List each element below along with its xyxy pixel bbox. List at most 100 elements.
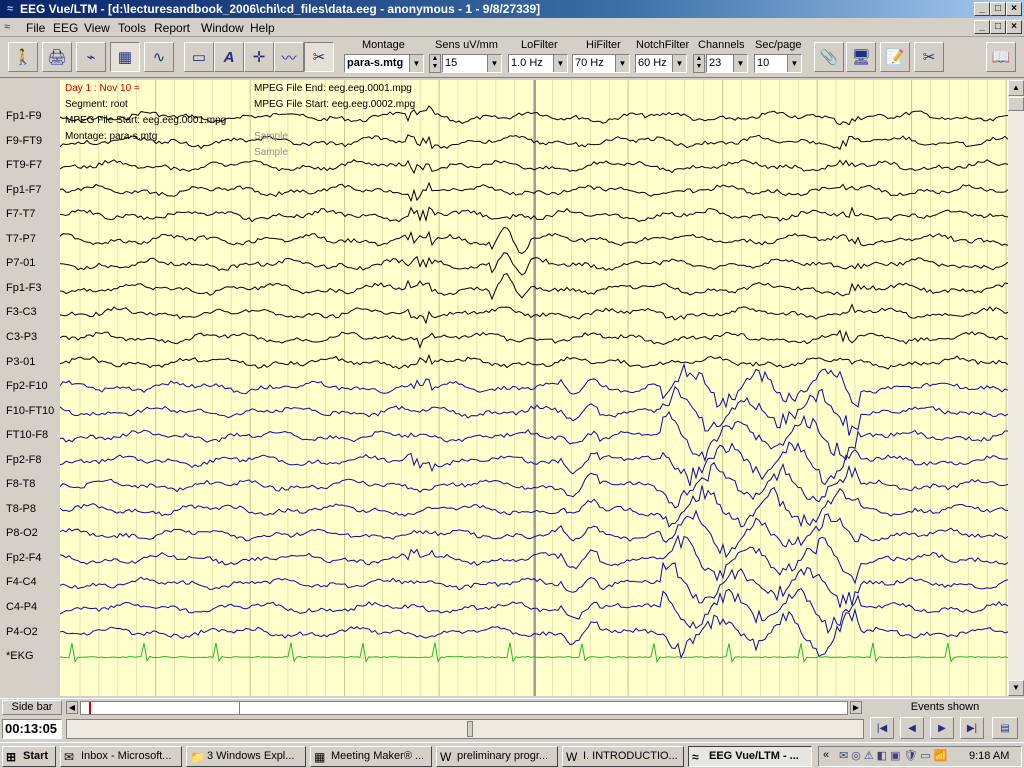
meeting-icon: ▦ bbox=[314, 750, 326, 764]
grid-icon[interactable]: ▦ bbox=[110, 42, 140, 72]
scissors-icon[interactable]: ✂ bbox=[304, 42, 334, 72]
channel-label[interactable]: Fp1-F9 bbox=[6, 110, 41, 122]
first-event-icon[interactable]: |◀ bbox=[870, 717, 894, 739]
minimize-button[interactable]: _ bbox=[974, 2, 990, 16]
maximize-button[interactable]: □ bbox=[990, 2, 1006, 16]
channel-label[interactable]: F7-T7 bbox=[6, 208, 35, 220]
last-event-icon[interactable]: ▶| bbox=[960, 717, 984, 739]
menu-window[interactable]: Window bbox=[201, 21, 244, 35]
channel-label[interactable]: F8-T8 bbox=[6, 478, 35, 490]
channel-label[interactable]: F10-FT10 bbox=[6, 405, 54, 417]
channel-label[interactable]: P3-01 bbox=[6, 356, 35, 368]
channel-label[interactable]: F4-C4 bbox=[6, 576, 37, 588]
channels-select[interactable]: 23 ▼ bbox=[706, 54, 748, 73]
chevron-down-icon[interactable]: ▼ bbox=[487, 55, 501, 72]
start-button[interactable]: ⊞ Start bbox=[2, 746, 56, 767]
channel-label[interactable]: P4-O2 bbox=[6, 626, 38, 638]
task-explorer[interactable]: 📁 3 Windows Expl... bbox=[186, 746, 306, 767]
secpage-select[interactable]: 10 ▼ bbox=[754, 54, 802, 73]
lofilter-select[interactable]: 1.0 Hz ▼ bbox=[508, 54, 568, 73]
tray-icons[interactable]: ✉◎⚠◧▣🛡▭📶 bbox=[839, 749, 951, 762]
channel-label[interactable]: *EKG bbox=[6, 650, 34, 662]
channel-label[interactable]: T7-P7 bbox=[6, 233, 36, 245]
person-icon[interactable]: 🚶 bbox=[8, 42, 38, 72]
channel-label[interactable]: C3-P3 bbox=[6, 331, 37, 343]
task-eeg-vue[interactable]: ≈ EEG Vue/LTM - ... bbox=[688, 746, 812, 767]
paperclip-icon[interactable]: 📎 bbox=[814, 42, 844, 72]
channel-label[interactable]: C4-P4 bbox=[6, 601, 37, 613]
tray-expand-icon[interactable]: « bbox=[823, 749, 829, 761]
chevron-down-icon[interactable]: ▼ bbox=[733, 55, 747, 72]
tools-cut-icon[interactable]: ✂ bbox=[914, 42, 944, 72]
mpeg-end-annotation: MPEG File End: eeg.eeg.0001.mpg bbox=[254, 83, 412, 94]
scroll-thumb[interactable] bbox=[1008, 97, 1024, 111]
channel-label[interactable]: P7-01 bbox=[6, 257, 35, 269]
chevron-down-icon[interactable]: ▼ bbox=[672, 55, 686, 72]
crosshair-icon[interactable]: ✛ bbox=[244, 42, 274, 72]
menu-file[interactable]: File bbox=[26, 21, 45, 35]
channel-label[interactable]: F3-C3 bbox=[6, 306, 37, 318]
channel-label[interactable]: Fp1-F7 bbox=[6, 184, 41, 196]
chevron-down-icon[interactable]: ▼ bbox=[615, 55, 629, 72]
waveform-icon[interactable]: 〰 bbox=[274, 42, 304, 72]
vertical-scrollbar[interactable]: ▲ ▼ bbox=[1008, 80, 1024, 696]
menu-tools[interactable]: Tools bbox=[118, 21, 146, 35]
prev-event-icon[interactable]: ◀ bbox=[900, 717, 924, 739]
channel-label[interactable]: Fp2-F10 bbox=[6, 380, 48, 392]
close-button[interactable]: × bbox=[1006, 2, 1022, 16]
doc-close-button[interactable]: × bbox=[1006, 20, 1022, 34]
channel-label[interactable]: Fp2-F4 bbox=[6, 552, 41, 564]
task-preliminary[interactable]: Wpreliminary progr... bbox=[436, 746, 558, 767]
channels-spinner[interactable]: ▲ ▼ bbox=[693, 54, 705, 73]
eeg-trace-area[interactable]: Day 1 : Nov 10 = Segment: root MPEG File… bbox=[60, 80, 1008, 696]
menu-eeg[interactable]: EEG bbox=[53, 21, 78, 35]
printer-icon[interactable]: 🖨 bbox=[42, 42, 72, 72]
time-scroll-thumb[interactable] bbox=[467, 721, 473, 737]
notes-icon[interactable]: 📝 bbox=[880, 42, 910, 72]
notch-select[interactable]: 60 Hz ▼ bbox=[635, 54, 687, 73]
sens-select[interactable]: 15 ▼ bbox=[442, 54, 502, 73]
sidebar-button[interactable]: Side bar bbox=[2, 700, 62, 715]
time-scrollbar[interactable] bbox=[66, 719, 864, 739]
annotation-a-icon[interactable]: A bbox=[214, 42, 244, 72]
eeg-app-icon: ≈ bbox=[692, 750, 699, 764]
channel-label[interactable]: P8-O2 bbox=[6, 527, 38, 539]
channel-label[interactable]: Fp1-F3 bbox=[6, 282, 41, 294]
computer-icon[interactable]: 🖥 bbox=[846, 42, 876, 72]
menu-report[interactable]: Report bbox=[154, 21, 190, 35]
timeline-bar[interactable] bbox=[80, 701, 848, 715]
channel-label[interactable]: F9-FT9 bbox=[6, 135, 42, 147]
hifilter-label: HiFilter bbox=[586, 39, 621, 51]
chevron-down-icon[interactable]: ▼ bbox=[787, 55, 801, 72]
scroll-left-icon[interactable]: ◀ bbox=[66, 701, 78, 714]
channel-label[interactable]: Fp2-F8 bbox=[6, 454, 41, 466]
sens-spinner[interactable]: ▲ ▼ bbox=[429, 54, 441, 73]
task-inbox[interactable]: ✉ Inbox - Microsoft... bbox=[60, 746, 182, 767]
montage-select[interactable]: para-s.mtg ▼ bbox=[344, 54, 424, 73]
event-list-icon[interactable]: ▤ bbox=[992, 717, 1018, 739]
chevron-down-icon[interactable]: ▼ bbox=[553, 55, 567, 72]
next-event-icon[interactable]: ▶ bbox=[930, 717, 954, 739]
scroll-up-icon[interactable]: ▲ bbox=[1008, 80, 1024, 96]
doc-restore-button[interactable]: □ bbox=[990, 20, 1006, 34]
scroll-right-icon[interactable]: ▶ bbox=[850, 701, 862, 714]
scroll-down-icon[interactable]: ▼ bbox=[1008, 680, 1024, 696]
rectangle-icon[interactable]: ▭ bbox=[184, 42, 214, 72]
electrode-icon[interactable]: ⌁ bbox=[76, 42, 106, 72]
channel-label[interactable]: FT9-F7 bbox=[6, 159, 42, 171]
task-introduction[interactable]: W I. INTRODUCTIO... bbox=[562, 746, 684, 767]
montage-value: para-s.mtg bbox=[347, 57, 404, 69]
channel-label[interactable]: FT10-F8 bbox=[6, 429, 48, 441]
day-annotation: Day 1 : Nov 10 = bbox=[65, 83, 140, 94]
doc-minimize-button[interactable]: _ bbox=[974, 20, 990, 34]
menu-view[interactable]: View bbox=[84, 21, 110, 35]
menu-help[interactable]: Help bbox=[250, 21, 275, 35]
channel-label[interactable]: T8-P8 bbox=[6, 503, 36, 515]
task-meeting-maker[interactable]: ▦ Meeting Maker® ... bbox=[310, 746, 432, 767]
lofilter-label: LoFilter bbox=[521, 39, 558, 51]
chevron-down-icon[interactable]: ▼ bbox=[409, 55, 423, 72]
system-tray: « ✉◎⚠◧▣🛡▭📶 9:18 AM bbox=[818, 746, 1022, 767]
spectrum-icon[interactable]: ∿ bbox=[144, 42, 174, 72]
book-icon[interactable]: 📖 bbox=[986, 42, 1016, 72]
hifilter-select[interactable]: 70 Hz ▼ bbox=[572, 54, 630, 73]
